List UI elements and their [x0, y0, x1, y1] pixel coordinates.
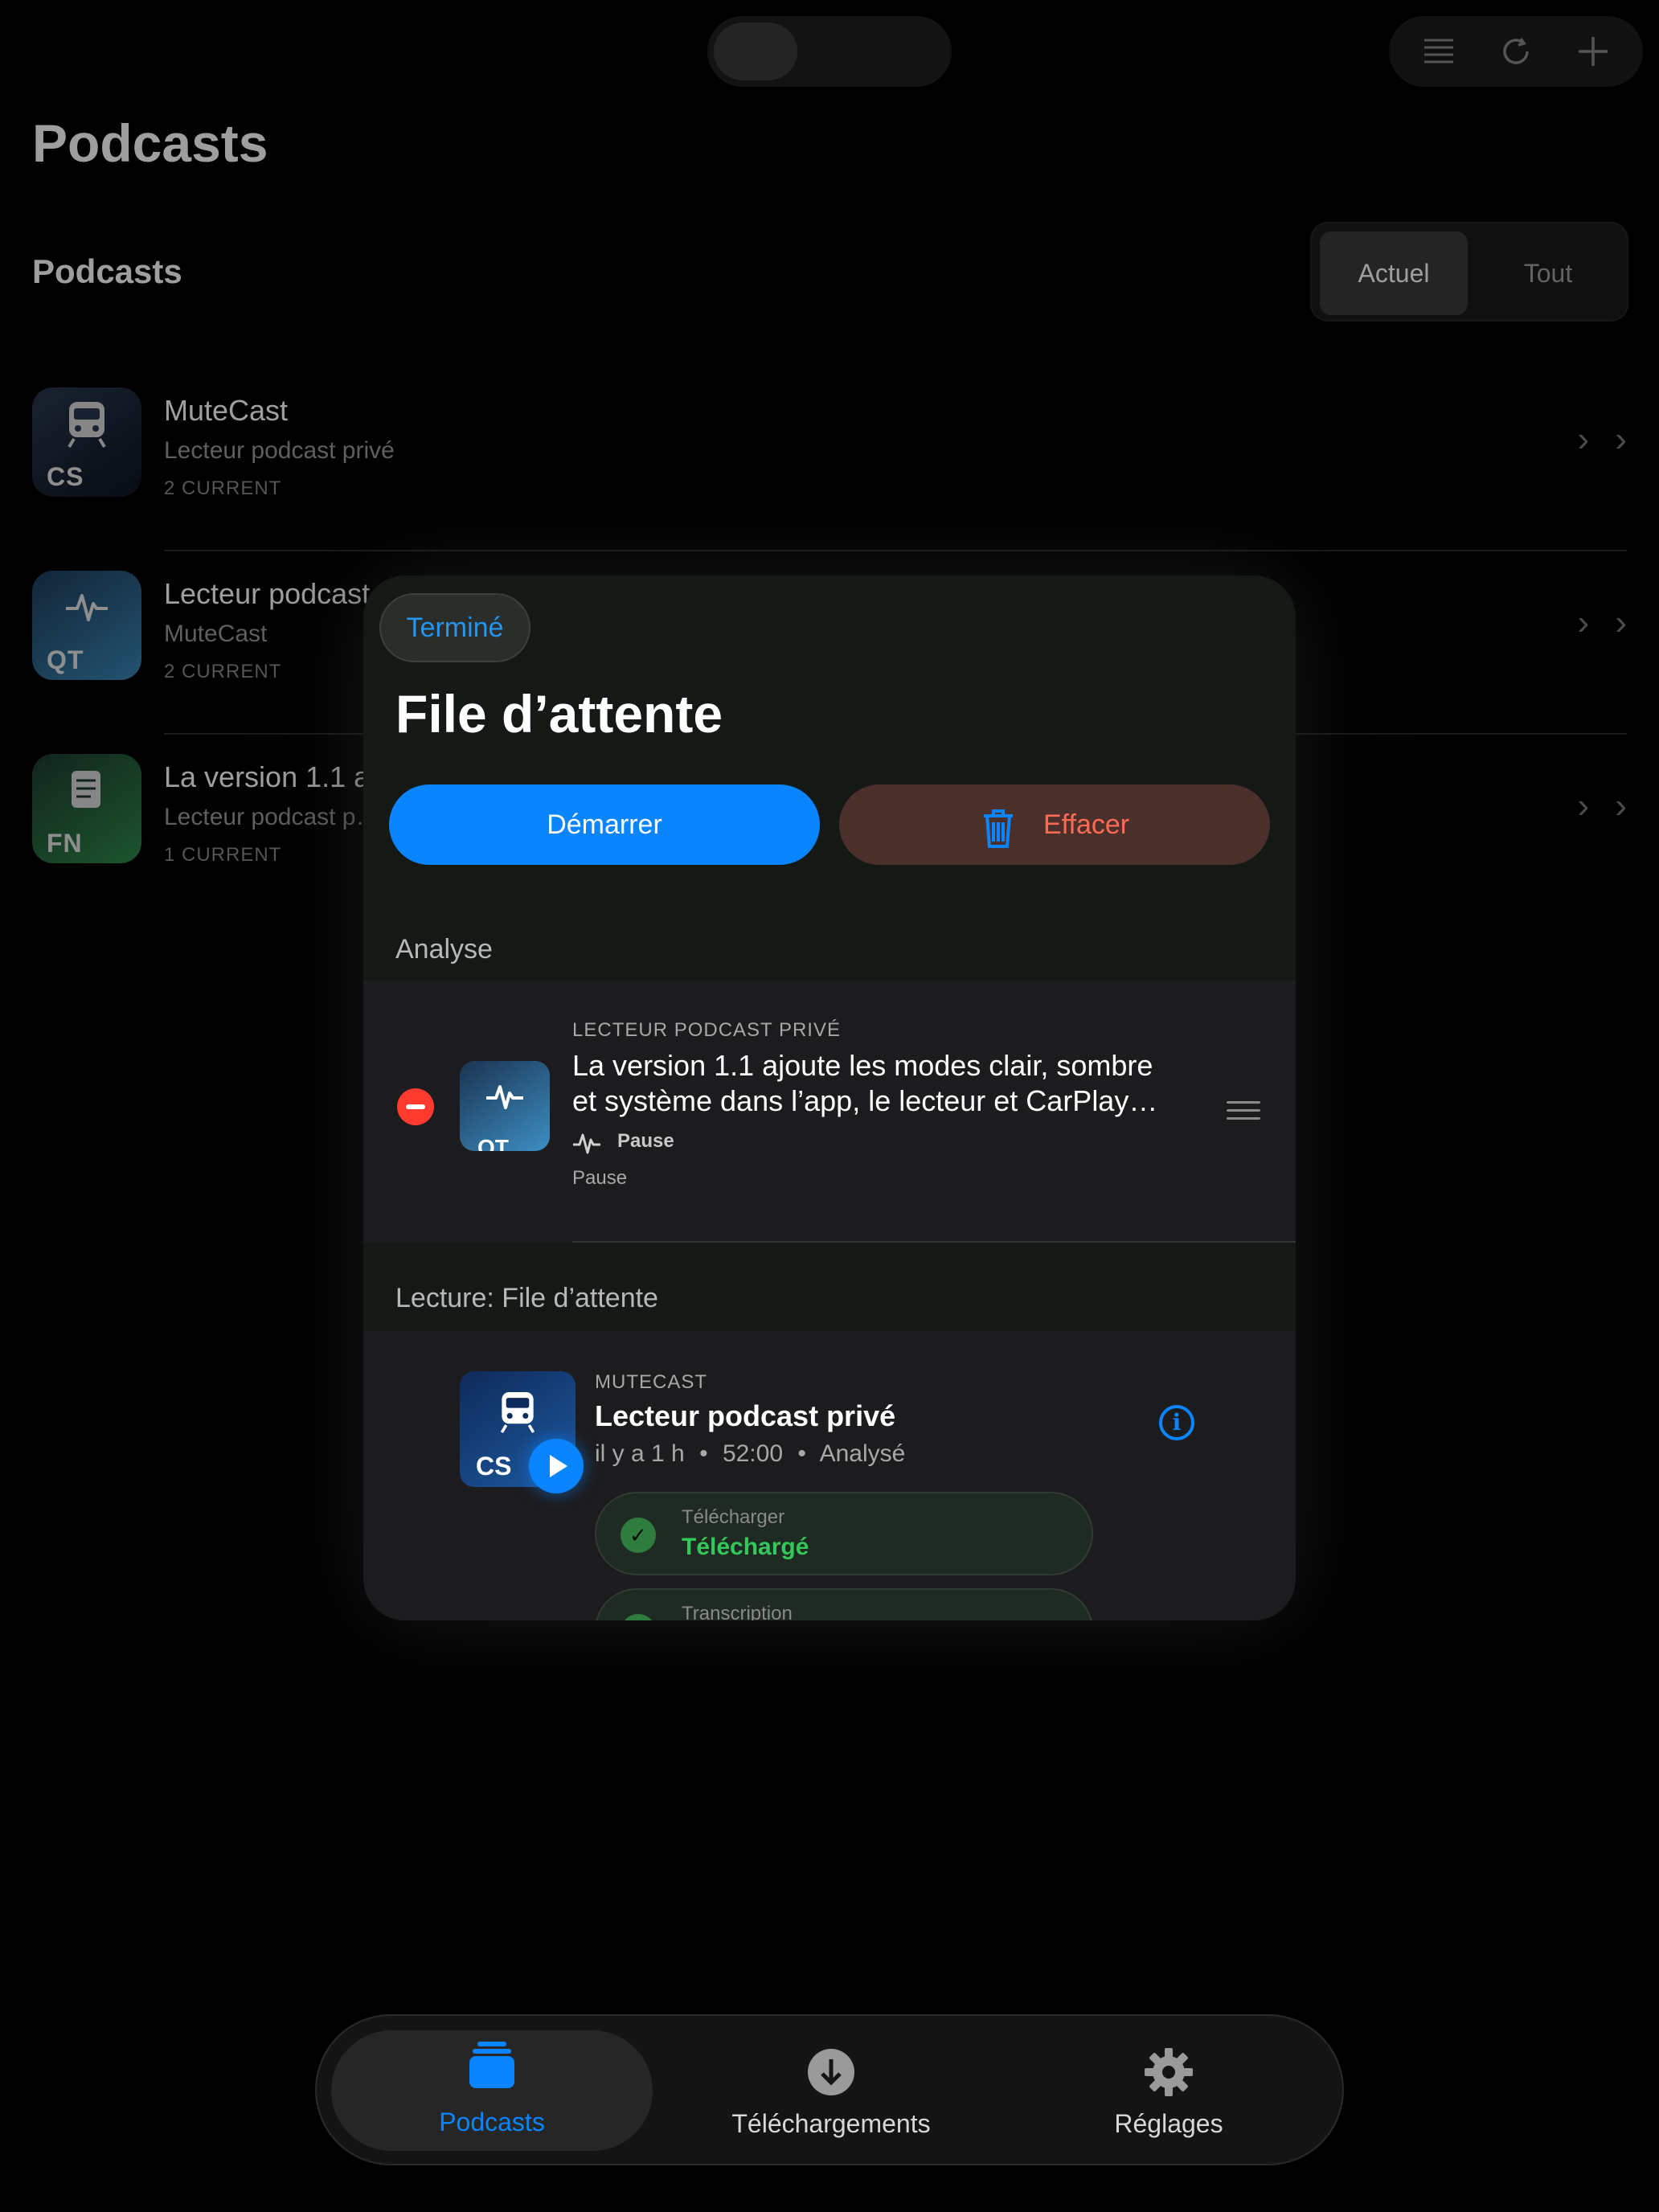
podcast-subtitle: Lecteur podcast privé	[164, 437, 395, 464]
checkmark-icon: ✓	[621, 1614, 656, 1620]
analysis-row[interactable]: QT LECTEUR PODCAST PRIVÉ La version 1.1 …	[363, 981, 1296, 1243]
gear-icon	[1008, 2048, 1329, 2107]
download-step: ✓ Télécharger Téléchargé	[595, 1492, 1093, 1575]
queue-sheet: Terminé File d’attente Démarrer Effacer …	[363, 576, 1296, 1620]
tab-downloads[interactable]: Téléchargements	[670, 2016, 992, 2164]
episode-age: il y a 1 h	[595, 1440, 685, 1467]
podcast-meta: 2 CURRENT	[164, 477, 282, 499]
step-value: Téléchargé	[682, 1534, 809, 1560]
done-button[interactable]: Terminé	[379, 593, 530, 662]
info-icon[interactable]: i	[1159, 1405, 1194, 1440]
analysis-header: Analyse	[395, 934, 493, 965]
analysis-state-label: Pause	[617, 1130, 674, 1152]
step-label: Télécharger	[682, 1506, 785, 1528]
stack-icon	[331, 2040, 653, 2100]
podcast-title: MuteCast	[164, 394, 289, 427]
drag-handle-icon[interactable]	[1227, 1101, 1260, 1120]
episode-meta: il y a 1 h • 52:00 • Analysé	[595, 1440, 906, 1467]
tab-label: Podcasts	[439, 2108, 545, 2136]
row-divider	[572, 1241, 1296, 1243]
episode-title: La version 1.1 ajoute les modes clair, s…	[572, 1049, 1158, 1117]
waveform-icon	[460, 1077, 550, 1120]
episode-podcast-name: LECTEUR PODCAST PRIVÉ	[572, 1019, 841, 1041]
waveform-icon	[32, 582, 141, 641]
tab-bar: Podcasts Téléchargements Réglages	[315, 2014, 1344, 2165]
sheet-title: File d’attente	[395, 684, 723, 743]
episode-podcast-name: MUTECAST	[595, 1371, 707, 1393]
waveform-icon	[572, 1129, 601, 1157]
refresh-icon[interactable]	[1498, 34, 1534, 69]
step-label: Transcription	[682, 1603, 793, 1620]
podcast-artwork: FN	[32, 754, 141, 863]
episode-code: QT	[477, 1135, 509, 1151]
episode-artwork: QT	[460, 1061, 550, 1151]
clear-button-label: Effacer	[1043, 809, 1130, 840]
start-button[interactable]: Démarrer	[389, 784, 820, 865]
podcast-code: CS	[47, 462, 84, 491]
podcast-meta: 2 CURRENT	[164, 661, 282, 682]
podcast-artwork: QT	[32, 571, 141, 680]
chevron-right-icon: › ›	[1577, 786, 1635, 825]
podcast-row[interactable]: CS MuteCast Lecteur podcast privé 2 CURR…	[0, 368, 1659, 551]
segmented-control: Actuel Tout	[1310, 222, 1628, 322]
trash-icon	[976, 802, 1021, 848]
checkmark-icon: ✓	[621, 1518, 656, 1553]
train-icon	[32, 399, 141, 462]
podcast-artwork: CS	[32, 387, 141, 497]
episode-state: Analysé	[819, 1440, 906, 1467]
podcast-meta: 1 CURRENT	[164, 844, 282, 866]
podcast-subtitle: Lecteur podcast p…	[164, 804, 380, 830]
segment-all[interactable]: Tout	[1474, 231, 1622, 315]
podcast-code: QT	[47, 645, 84, 674]
play-icon[interactable]	[529, 1439, 584, 1493]
analysis-status: Pause	[572, 1167, 628, 1189]
page-title: Podcasts	[32, 113, 268, 173]
tab-settings[interactable]: Réglages	[1008, 2016, 1329, 2164]
train-icon	[460, 1389, 576, 1440]
clear-button[interactable]: Effacer	[839, 784, 1270, 865]
top-toggle[interactable]	[707, 16, 952, 87]
episode-duration: 52:00	[722, 1440, 784, 1467]
chevron-right-icon: › ›	[1577, 603, 1635, 642]
tab-label: Téléchargements	[731, 2109, 931, 2138]
playback-header: Lecture: File d’attente	[395, 1283, 658, 1313]
section-title: Podcasts	[32, 252, 182, 290]
episode-title: Lecteur podcast privé	[595, 1399, 896, 1432]
download-icon	[670, 2048, 992, 2107]
queue-item[interactable]: CS MUTECAST Lecteur podcast privé il y a…	[363, 1331, 1296, 1620]
podcast-subtitle: MuteCast	[164, 621, 268, 647]
remove-icon[interactable]	[397, 1088, 434, 1125]
episode-code: CS	[476, 1452, 512, 1481]
document-icon	[32, 765, 141, 825]
tab-label: Réglages	[1114, 2109, 1223, 2138]
transcription-step: ✓ Transcription	[595, 1588, 1093, 1620]
add-icon[interactable]	[1575, 34, 1611, 69]
chevron-right-icon: › ›	[1577, 420, 1635, 459]
podcast-code: FN	[47, 829, 83, 858]
tab-podcasts[interactable]: Podcasts	[331, 2030, 653, 2151]
list-icon[interactable]	[1421, 34, 1456, 69]
toggle-knob	[714, 23, 797, 80]
toolbar	[1389, 16, 1643, 87]
segment-current[interactable]: Actuel	[1320, 231, 1468, 315]
